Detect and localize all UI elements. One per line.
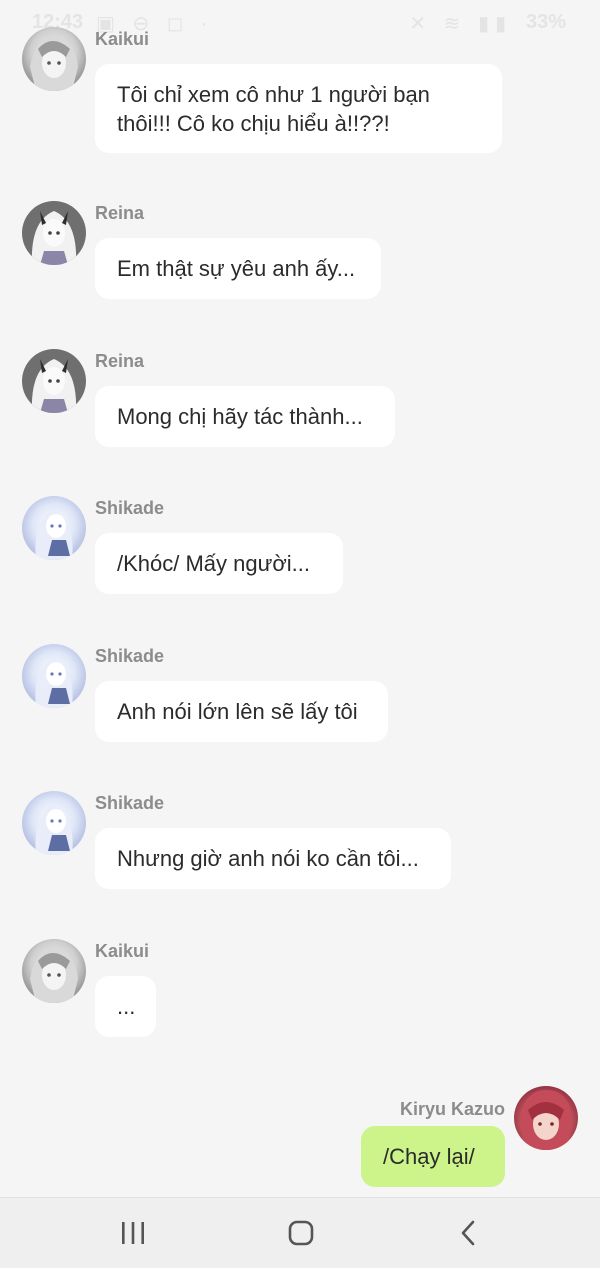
recents-icon [122,1222,144,1244]
message-bubble[interactable]: Em thật sự yêu anh ấy... [95,238,381,299]
sender-name: Kaikui [95,941,150,961]
kaikui-avatar[interactable] [22,27,86,91]
sender-name: Shikade [95,793,165,813]
kiryu-avatar[interactable] [514,1086,578,1150]
kaikui-avatar[interactable] [22,939,86,1003]
shikade-avatar[interactable] [22,496,86,560]
message-bubble[interactable]: Anh nói lớn lên sẽ lấy tôi [95,681,388,742]
sender-name: Reina [95,203,145,223]
back-icon [461,1220,475,1246]
chat-thread[interactable]: Kaikui Tôi chỉ xem cô như 1 người bạn th… [0,0,600,1197]
sender-name: Kaikui [95,29,150,49]
home-icon [288,1220,314,1246]
message-bubble[interactable]: /Chạy lại/ [361,1126,505,1187]
sender-name: Reina [95,351,145,371]
recents-button[interactable] [73,1198,193,1268]
shikade-avatar[interactable] [22,644,86,708]
sender-name: Shikade [95,646,165,666]
sender-name: Shikade [95,498,165,518]
message-bubble[interactable]: Tôi chỉ xem cô như 1 người bạn thôi!!! C… [95,64,502,153]
back-button[interactable] [408,1198,528,1268]
message-bubble[interactable]: Mong chị hãy tác thành... [95,386,395,447]
message-bubble[interactable]: /Khóc/ Mấy người... [95,533,343,594]
sender-name: Kiryu Kazuo [399,1099,505,1119]
reina-avatar[interactable] [22,201,86,265]
navigation-bar [0,1197,600,1268]
home-button[interactable] [241,1198,361,1268]
reina-avatar[interactable] [22,349,86,413]
shikade-avatar[interactable] [22,791,86,855]
message-bubble[interactable]: ... [95,976,156,1037]
message-bubble[interactable]: Nhưng giờ anh nói ko cần tôi... [95,828,451,889]
